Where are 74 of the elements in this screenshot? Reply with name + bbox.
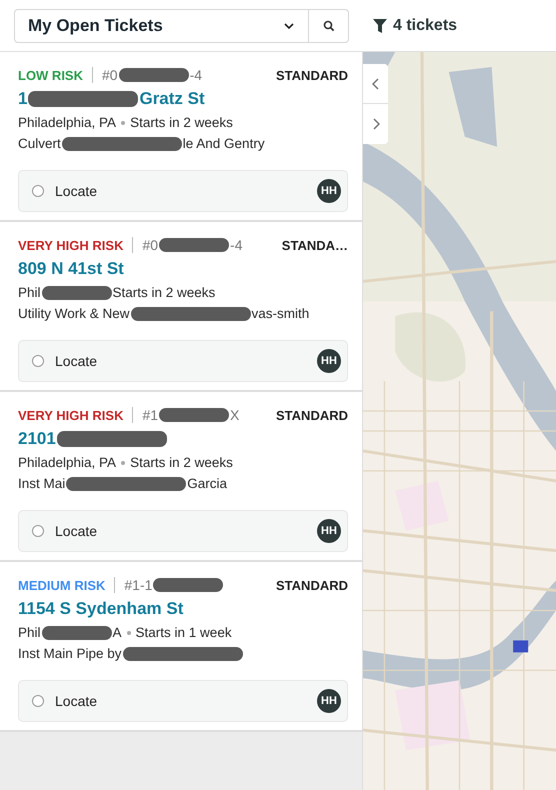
ticket-address[interactable]: Gratz St (139, 89, 205, 109)
redaction-mark (118, 68, 189, 82)
ticket-type: STANDARD (276, 68, 348, 82)
ticket-type: STANDARD (276, 578, 348, 592)
task-label: Locate (55, 183, 98, 199)
redaction-mark (153, 578, 224, 592)
location-text: Philadelphia, PA (18, 115, 116, 130)
ticket-card[interactable]: LOW RISK #0 -4 STANDARD 1 Gratz St Philadelphia, PA Starts in 2 weeks Culvert le And Gentry Locate HH (0, 52, 362, 222)
location-text: Starts in 1 week (136, 625, 232, 640)
ticket-address[interactable]: 1 (18, 89, 28, 109)
caret-icon (284, 22, 294, 28)
ticket-address[interactable]: 1154 S Sydenham St (18, 599, 184, 619)
redaction-mark (42, 286, 112, 300)
ticket-number: -4 (190, 67, 202, 83)
ticket-card[interactable]: VERY HIGH RISK #1 X STANDARD 2101 Philadelphia, PA Starts in 2 weeks Inst Mai Garcia Locate HH (0, 392, 362, 562)
task-label: Locate (55, 523, 98, 539)
collapse-button[interactable] (363, 64, 388, 104)
ticket-number: #1-1 (124, 577, 152, 593)
ticket-card[interactable]: VERY HIGH RISK #0 -4 STANDA… 809 N 41st St Phil Starts in 2 weeks Utility Work & New vas-smith Locate HH (0, 222, 362, 392)
chevron-right-icon (372, 118, 380, 130)
work-description: vas-smith (252, 306, 310, 321)
separator-dot (121, 460, 126, 464)
ticket-number: #0 (102, 67, 118, 83)
view-select[interactable]: My Open Tickets (14, 8, 309, 42)
task-row[interactable]: Locate HH (18, 680, 348, 722)
ticket-card[interactable]: MEDIUM RISK #1-1 STANDARD 1154 S Sydenham St Phil A Starts in 1 week Inst Main Pipe by Locate HH (0, 562, 362, 732)
ticket-type: STANDARD (276, 408, 348, 422)
risk-label: VERY HIGH RISK (18, 238, 124, 252)
location-text: Starts in 2 weeks (112, 285, 216, 300)
risk-label: LOW RISK (18, 68, 83, 82)
task-row[interactable]: Locate HH (18, 340, 348, 382)
ticket-address[interactable]: 809 N 41st St (18, 259, 124, 279)
ticket-number: #0 (142, 237, 158, 253)
separator-dot (121, 120, 126, 124)
ticket-number: X (230, 407, 240, 423)
risk-label: VERY HIGH RISK (18, 408, 124, 422)
ticket-address[interactable]: 2101 (18, 429, 56, 449)
separator-dot (126, 630, 131, 634)
location-text: A (112, 625, 122, 640)
task-label: Locate (55, 353, 98, 369)
location-text: Philadelphia, PA (18, 455, 116, 470)
location-text: Phil (18, 625, 41, 640)
assignee-avatar: HH (317, 349, 341, 373)
redaction-mark (42, 626, 112, 640)
radio-button[interactable] (32, 525, 44, 537)
assignee-avatar: HH (317, 179, 341, 203)
work-description: Inst Mai (18, 476, 66, 491)
location-text: Starts in 2 weeks (130, 455, 233, 470)
ticket-number: -4 (230, 237, 242, 253)
search-button[interactable] (309, 8, 349, 42)
location-text: Starts in 2 weeks (130, 115, 233, 130)
filter-icon (373, 18, 387, 34)
filter-button[interactable]: 4 tickets (373, 16, 458, 34)
ticket-type: STANDA… (282, 238, 348, 252)
work-description: Garcia (187, 476, 228, 491)
assignee-avatar: HH (317, 689, 341, 713)
radio-button[interactable] (32, 185, 44, 197)
chevron-left-icon (372, 78, 380, 90)
work-description: Inst Main Pipe by (18, 646, 122, 661)
search-icon (322, 20, 334, 32)
task-row[interactable]: Locate HH (18, 170, 348, 212)
location-text: Phil (18, 285, 41, 300)
risk-label: MEDIUM RISK (18, 578, 106, 592)
work-description: Utility Work & New (18, 306, 130, 321)
assignee-avatar: HH (317, 519, 341, 543)
work-description: le And Gentry (182, 136, 265, 151)
radio-button[interactable] (32, 695, 44, 707)
radio-button[interactable] (32, 355, 44, 367)
task-label: Locate (55, 693, 98, 709)
redaction-mark (159, 238, 230, 252)
work-description: Culvert (18, 136, 61, 151)
task-row[interactable]: Locate HH (18, 510, 348, 552)
ticket-number: #1 (142, 407, 158, 423)
redaction-mark (159, 408, 230, 422)
